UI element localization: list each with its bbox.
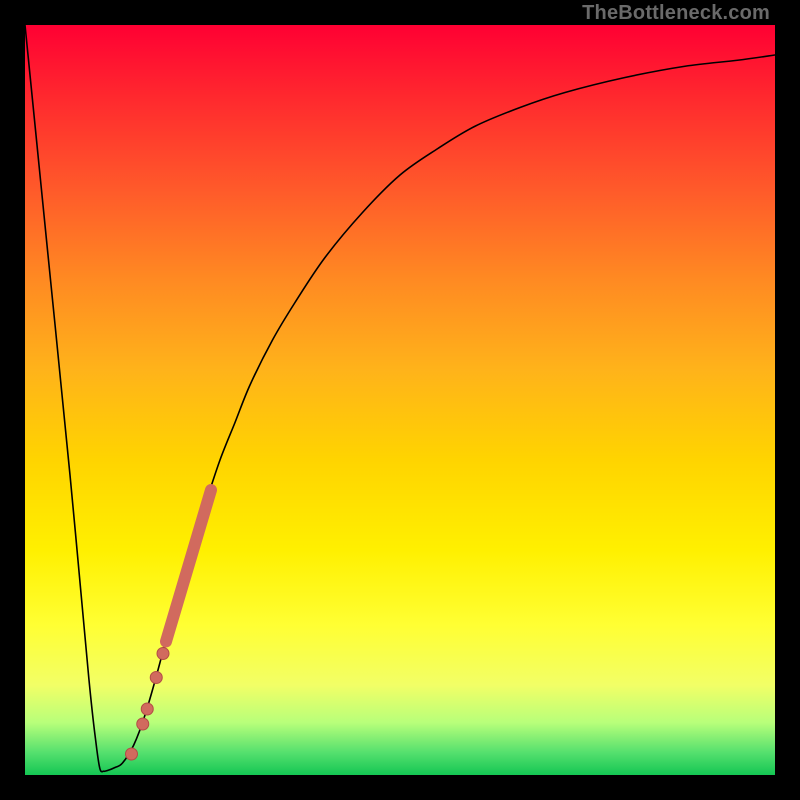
chart-frame: TheBottleneck.com (0, 0, 800, 800)
marker-group (126, 648, 170, 761)
watermark-text: TheBottleneck.com (582, 2, 770, 25)
marker-dot-2 (141, 703, 153, 715)
marker-thick-segment (166, 490, 211, 642)
plot-area (25, 25, 775, 775)
marker-dot-1 (137, 718, 149, 730)
marker-dot-0 (126, 748, 138, 760)
bottleneck-curve (25, 25, 775, 772)
marker-dot-4 (157, 648, 169, 660)
chart-svg (25, 25, 775, 775)
marker-dot-3 (150, 672, 162, 684)
